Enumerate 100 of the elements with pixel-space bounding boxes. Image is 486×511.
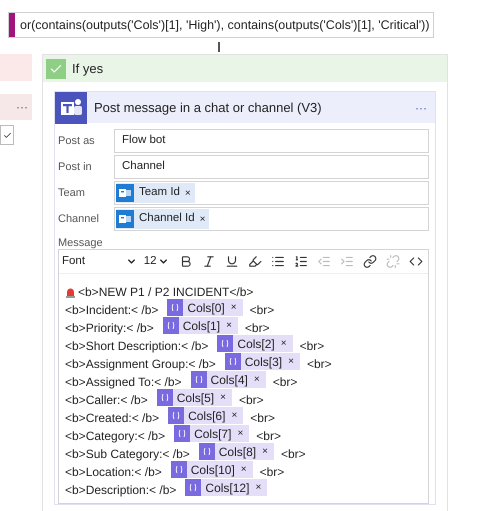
field-label: Team xyxy=(58,186,86,201)
message-text: <b>Assignment Group:< /b> xyxy=(65,356,216,373)
expression-token[interactable]: Cols[0] × xyxy=(167,299,243,316)
link-icon[interactable] xyxy=(362,254,377,269)
size-dropdown[interactable]: 12 xyxy=(144,252,172,270)
expression-token[interactable]: Cols[4] × xyxy=(190,371,266,388)
token-label: Cols[3] xyxy=(244,354,282,370)
line-break-tag: <br> xyxy=(280,445,306,463)
remove-token-button[interactable]: × xyxy=(260,444,270,459)
message-text: <b>NEW P1 / P2 INCIDENT</b> xyxy=(78,284,254,301)
message-editor[interactable] xyxy=(58,249,429,504)
message-text: <b>Caller:< /b> xyxy=(65,392,148,409)
line-break-tag: <br> xyxy=(244,319,270,337)
expression-token[interactable]: Cols[8] × xyxy=(198,443,274,460)
expression-token[interactable]: Cols[2] × xyxy=(217,335,293,352)
remove-token-button[interactable]: × xyxy=(252,372,262,387)
expression-token[interactable]: Cols[12] × xyxy=(185,479,268,496)
expression-icon xyxy=(168,407,184,424)
line-break-tag: <br> xyxy=(260,463,284,481)
token-label: Cols[1] xyxy=(182,318,220,334)
token-label: Cols[8] xyxy=(218,444,256,460)
input-field[interactable]: Flow bot xyxy=(114,129,429,153)
input-field[interactable]: Channel xyxy=(114,155,429,179)
font-dropdown[interactable]: Font xyxy=(62,252,139,270)
expression-icon xyxy=(156,389,173,406)
token-label: Cols[6] xyxy=(188,408,226,424)
token-label: Cols[2] xyxy=(237,336,275,352)
message-text: <b>Description:< /b> xyxy=(65,482,176,499)
input-field[interactable]: Team Id × xyxy=(114,181,429,205)
dynamic-token[interactable]: Team Id × xyxy=(116,183,195,203)
token-label: Cols[4] xyxy=(210,372,248,388)
expression-icon xyxy=(170,461,187,478)
field-value: Flow bot xyxy=(121,133,166,148)
expression-token[interactable]: Cols[3] × xyxy=(224,353,300,370)
message-text: <b>Incident:< /b> xyxy=(65,302,158,319)
siren-icon xyxy=(65,286,76,298)
line-break-tag: <br> xyxy=(300,337,324,355)
expression-icon xyxy=(167,299,184,316)
remove-token-button[interactable]: × xyxy=(224,318,234,333)
expression-token[interactable]: Cols[10] × xyxy=(170,461,253,478)
remove-token-button[interactable]: × xyxy=(218,390,228,405)
remove-token-button[interactable]: × xyxy=(278,336,289,351)
remove-token-button[interactable]: × xyxy=(228,300,239,315)
expression-token[interactable]: Cols[1] × xyxy=(162,317,238,334)
field-label: Channel xyxy=(58,212,100,227)
underline-icon[interactable] xyxy=(224,254,239,269)
teams-token-icon xyxy=(116,184,134,202)
remove-token-button[interactable]: × xyxy=(286,354,296,369)
more-button[interactable]: ··· xyxy=(415,98,435,116)
remove-token-button[interactable]: × xyxy=(253,480,264,495)
expression-icon xyxy=(190,371,207,388)
input-field[interactable]: Channel Id × xyxy=(114,207,429,231)
expression-token[interactable]: Cols[6] × xyxy=(168,407,244,424)
field-label: Post in xyxy=(58,160,93,175)
message-text: <b>Location:< /b> xyxy=(65,464,162,481)
expression-icon xyxy=(185,479,202,496)
token-label: Cols[7] xyxy=(194,426,232,442)
message-label: Message xyxy=(58,237,104,249)
expression-icon xyxy=(217,335,234,352)
branch-title: If yes xyxy=(72,60,104,78)
condition-field[interactable]: or(contains(outputs('Cols')[1], 'High'), contains(outputs('Cols')[1], 'Critical')) xyxy=(8,12,434,38)
bullet-list-icon[interactable] xyxy=(270,254,285,269)
action-title: Post message in a chat or channel (V3) xyxy=(94,98,323,117)
field-value: Channel xyxy=(121,159,165,174)
line-break-tag: <br> xyxy=(306,355,332,373)
remove-token-button[interactable]: × xyxy=(200,212,206,226)
expression-text: or(contains(outputs('Cols')[1], 'High'), contains(outputs('Cols')[1], 'Critical')) xyxy=(19,16,430,34)
expression-icon xyxy=(224,353,241,370)
message-text: <b>Category:< /b> xyxy=(65,428,166,445)
token-label: Channel Id xyxy=(139,211,195,226)
expression-icon xyxy=(174,425,190,442)
expression-icon xyxy=(162,317,179,334)
numbered-list-icon[interactable] xyxy=(294,254,308,269)
remove-token-button[interactable]: × xyxy=(229,408,240,423)
italic-icon[interactable] xyxy=(202,254,216,269)
condition-marker xyxy=(9,13,15,37)
highlighter-icon[interactable] xyxy=(248,254,262,269)
dynamic-token[interactable]: Channel Id × xyxy=(116,209,210,229)
token-label: Cols[0] xyxy=(187,300,225,316)
message-text: <b>Short Description:< /b> xyxy=(65,338,208,355)
field-label: Post as xyxy=(58,134,96,149)
message-text: <b>Priority:< /b> xyxy=(65,320,154,337)
remove-token-button[interactable]: × xyxy=(184,186,191,200)
more-button[interactable]: ··· xyxy=(16,98,28,116)
token-label: Cols[5] xyxy=(176,390,214,406)
remove-token-button[interactable]: × xyxy=(235,426,246,441)
message-text: <b>Created:< /b> xyxy=(65,410,160,427)
teams-icon xyxy=(55,92,87,124)
line-break-tag: <br> xyxy=(256,427,281,445)
line-break-tag: <br> xyxy=(250,409,275,427)
line-break-tag: <br> xyxy=(238,391,264,409)
expression-token[interactable]: Cols[7] × xyxy=(174,425,250,442)
message-text: <b>Sub Category:< /b> xyxy=(65,446,190,463)
token-label: Cols[10] xyxy=(190,462,235,478)
line-break-tag: <br> xyxy=(272,373,298,391)
expression-token[interactable]: Cols[5] × xyxy=(156,389,232,406)
expression-icon xyxy=(198,443,215,460)
remove-token-button[interactable]: × xyxy=(238,462,249,477)
token-label: Cols[12] xyxy=(205,480,250,496)
token-label: Team Id xyxy=(139,185,180,200)
